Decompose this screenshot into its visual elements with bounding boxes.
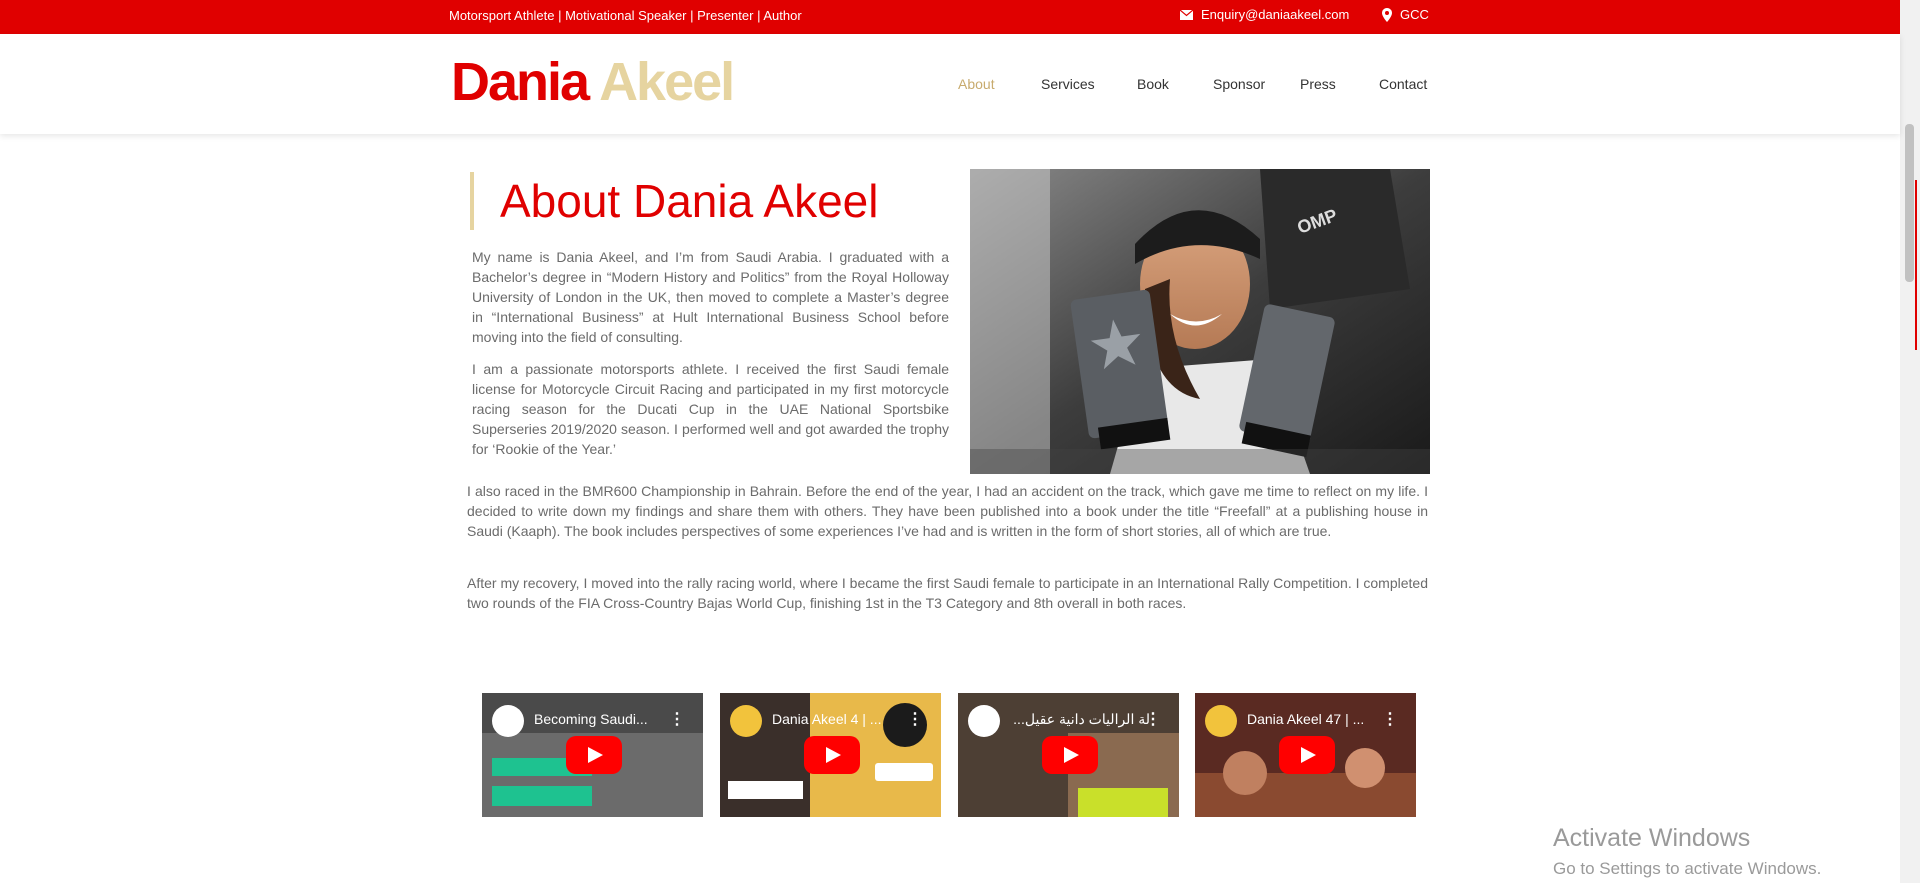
- logo-last-name: Akeel: [599, 52, 735, 112]
- channel-avatar[interactable]: [492, 705, 524, 737]
- photo-illustration: OMP: [970, 169, 1430, 474]
- video-thumbnail[interactable]: Dania Akeel 47 | ... ⋮: [1195, 693, 1416, 817]
- map-pin-icon: [1382, 7, 1392, 22]
- email-text[interactable]: Enquiry@daniaakeel.com: [1201, 7, 1349, 22]
- channel-avatar[interactable]: [968, 705, 1000, 737]
- more-options-icon[interactable]: ⋮: [669, 709, 685, 729]
- dania-trophy-photo: OMP: [970, 169, 1430, 474]
- nav-contact[interactable]: Contact: [1379, 76, 1439, 92]
- video-title[interactable]: Dania Akeel 47 | ...: [1247, 711, 1387, 727]
- video-thumbnail[interactable]: Becoming Saudi... ⋮: [482, 693, 703, 817]
- video-title[interactable]: Dania Akeel 4 | ...: [772, 711, 912, 727]
- watermark-title: Activate Windows: [1553, 824, 1751, 852]
- logo[interactable]: Dania Akeel: [451, 52, 735, 112]
- logo-first-name: Dania: [451, 52, 590, 112]
- activate-windows-watermark: Activate Windows Go to Settings to activ…: [1553, 823, 1821, 881]
- page-scrollbar[interactable]: [1900, 0, 1920, 883]
- video-thumbnail[interactable]: Dania Akeel 4 | ... ⋮: [720, 693, 941, 817]
- email-contact[interactable]: Enquiry@daniaakeel.com: [1180, 7, 1349, 22]
- youtube-play-icon[interactable]: [804, 736, 860, 774]
- envelope-icon: [1180, 9, 1193, 20]
- youtube-play-icon[interactable]: [1279, 736, 1335, 774]
- scroll-progress-indicator: [1915, 180, 1917, 350]
- site-header: Dania Akeel About Services Book Sponsor …: [0, 34, 1900, 134]
- youtube-play-icon[interactable]: [566, 736, 622, 774]
- video-thumbnail[interactable]: لة الراليات دانية عقيل... ⋮: [958, 693, 1179, 817]
- more-options-icon[interactable]: ⋮: [907, 709, 923, 729]
- watermark-subtitle: Go to Settings to activate Windows.: [1553, 859, 1822, 878]
- bio-paragraph-2: I am a passionate motorsports athlete. I…: [472, 361, 949, 457]
- bio-paragraph-1: My name is Dania Akeel, and I’m from Sau…: [472, 249, 949, 345]
- more-options-icon[interactable]: ⋮: [1145, 709, 1161, 729]
- nav-about[interactable]: About: [958, 76, 1041, 92]
- channel-avatar[interactable]: [1205, 705, 1237, 737]
- top-bar: Motorsport Athlete | Motivational Speake…: [0, 0, 1900, 34]
- video-title[interactable]: Becoming Saudi...: [534, 711, 674, 727]
- about-heading-block: About Dania Akeel: [470, 172, 879, 230]
- bio-paragraph-3: I also raced in the BMR600 Championship …: [467, 483, 1428, 539]
- scrollbar-thumb[interactable]: [1905, 124, 1914, 282]
- tagline: Motorsport Athlete | Motivational Speake…: [449, 8, 802, 23]
- video-title[interactable]: لة الراليات دانية عقيل...: [1010, 711, 1150, 728]
- channel-avatar[interactable]: [730, 705, 762, 737]
- bio-paragraph-4: After my recovery, I moved into the rall…: [467, 575, 1428, 611]
- nav-press[interactable]: Press: [1300, 76, 1379, 92]
- nav-services[interactable]: Services: [1041, 76, 1137, 92]
- location-text: GCC: [1400, 7, 1429, 22]
- nav-sponsor[interactable]: Sponsor: [1213, 76, 1300, 92]
- page-title: About Dania Akeel: [500, 175, 879, 227]
- nav-book[interactable]: Book: [1137, 76, 1213, 92]
- location: GCC: [1382, 7, 1429, 22]
- youtube-play-icon[interactable]: [1042, 736, 1098, 774]
- more-options-icon[interactable]: ⋮: [1382, 709, 1398, 729]
- main-nav: About Services Book Sponsor Press Contac…: [958, 76, 1439, 92]
